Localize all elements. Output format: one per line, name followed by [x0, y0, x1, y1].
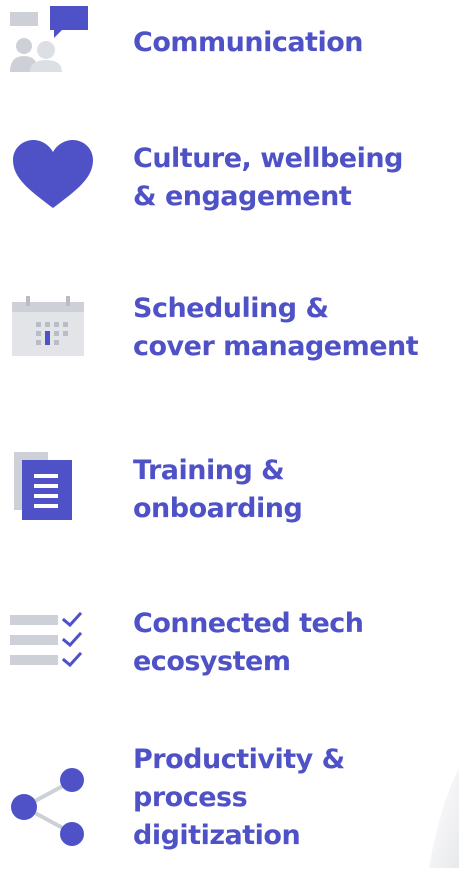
chat-people-icon [10, 6, 92, 72]
document-icon [14, 452, 74, 520]
heart-icon [11, 140, 95, 210]
item-label-productivity: Productivity & process digitization [133, 744, 345, 851]
decorative-corner-shape [429, 768, 459, 872]
checklist-icon [10, 611, 92, 671]
item-label-connected-tech: Connected tech ecosystem [133, 608, 364, 677]
share-icon [8, 767, 88, 847]
calendar-icon [12, 294, 84, 356]
item-label-training: Training & onboarding [133, 455, 303, 524]
item-label-scheduling: Scheduling & cover management [133, 293, 419, 362]
item-label-culture: Culture, wellbeing & engagement [133, 143, 403, 212]
item-label-communication: Communication [133, 27, 364, 58]
